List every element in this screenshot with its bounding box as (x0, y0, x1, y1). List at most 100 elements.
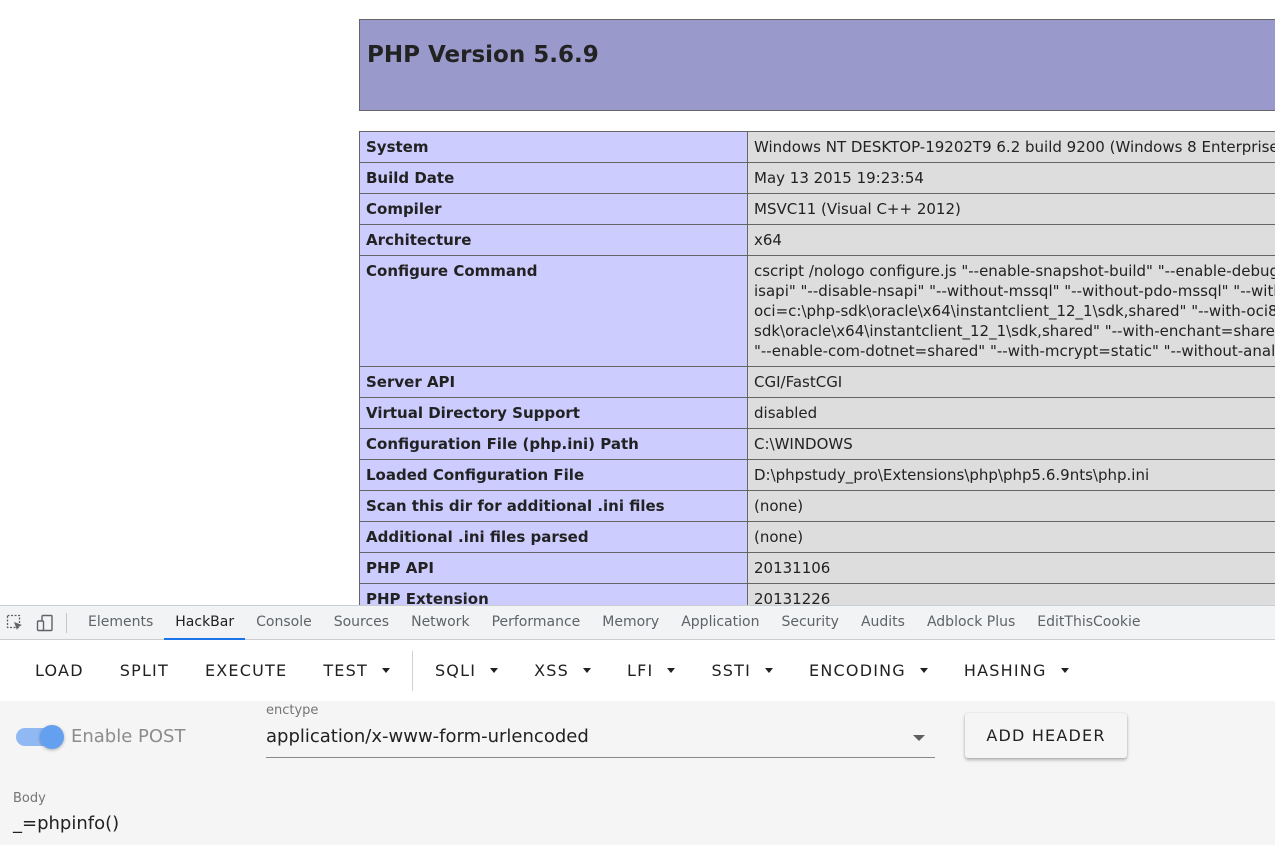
row-value-line: (none) (754, 528, 804, 546)
table-row: Architecture x64 (359, 224, 1275, 256)
table-row: Build Date May 13 2015 19:23:54 (359, 162, 1275, 194)
menu-label: LOAD (35, 660, 84, 680)
table-row: Compiler MSVC11 (Visual C++ 2012) (359, 193, 1275, 225)
xss-button[interactable]: XSS (516, 651, 609, 691)
dropdown-caret-icon (913, 735, 925, 741)
row-key: Virtual Directory Support (359, 397, 748, 429)
inspect-element-icon[interactable] (0, 606, 30, 639)
row-value-line: 20131226 (754, 590, 831, 605)
split-button[interactable]: SPLIT (102, 651, 187, 691)
tab-editthiscookie[interactable]: EditThisCookie (1026, 606, 1151, 639)
hackbar-menu: LOAD SPLIT EXECUTE TEST SQLI XSS LFI SSTI ENCODI… (0, 640, 1275, 701)
chevron-down-icon (765, 668, 774, 673)
hackbar-panel: LOAD SPLIT EXECUTE TEST SQLI XSS LFI SSTI ENCODI… (0, 640, 1275, 845)
tab-sources[interactable]: Sources (323, 606, 400, 639)
row-value: D:\phpstudy_pro\Extensions\php\php5.6.9n… (747, 459, 1275, 491)
tab-console[interactable]: Console (245, 606, 323, 639)
menu-label: SQLI (434, 660, 477, 680)
enable-post-toggle[interactable] (16, 725, 64, 749)
row-value-line: CGI/FastCGI (754, 373, 843, 391)
menu-label: SSTI (711, 660, 752, 680)
encoding-button[interactable]: ENCODING (791, 651, 946, 691)
table-row: Scan this dir for additional .ini files (… (359, 490, 1275, 522)
chevron-down-icon (667, 668, 676, 673)
toolbar-divider (66, 612, 67, 633)
menu-label: SPLIT (119, 660, 169, 680)
chevron-down-icon (381, 668, 390, 673)
row-value-line: C:\WINDOWS (754, 435, 853, 453)
tab-network[interactable]: Network (400, 606, 480, 639)
chevron-down-icon (919, 668, 928, 673)
menu-label: TEST (323, 660, 368, 680)
table-row: Virtual Directory Support disabled (359, 397, 1275, 429)
row-value: CGI/FastCGI (747, 366, 1275, 398)
tab-adblock-plus[interactable]: Adblock Plus (916, 606, 1026, 639)
row-value: x64 (747, 224, 1275, 256)
row-value-line: D:\phpstudy_pro\Extensions\php\php5.6.9n… (754, 466, 1150, 484)
tab-performance[interactable]: Performance (481, 606, 592, 639)
row-value: May 13 2015 19:23:54 (747, 162, 1275, 194)
table-row: Configure Command cscript /nologo configu… (359, 255, 1275, 367)
row-key: PHP Extension (359, 583, 748, 605)
hashing-button[interactable]: HASHING (946, 651, 1087, 691)
table-row: Loaded Configuration File D:\phpstudy_pro… (359, 459, 1275, 491)
row-value-line: May 13 2015 19:23:54 (754, 169, 924, 187)
chevron-down-icon (1060, 668, 1069, 673)
row-key: Configure Command (359, 255, 748, 367)
row-key: Scan this dir for additional .ini files (359, 490, 748, 522)
row-key: Configuration File (php.ini) Path (359, 428, 748, 460)
chevron-down-icon (490, 668, 499, 673)
row-value-line: 20131106 (754, 559, 831, 577)
row-value: MSVC11 (Visual C++ 2012) (747, 193, 1275, 225)
tab-security[interactable]: Security (770, 606, 850, 639)
chevron-down-icon (583, 668, 591, 673)
sqli-button[interactable]: SQLI (417, 651, 516, 691)
tab-audits[interactable]: Audits (850, 606, 916, 639)
row-value: 20131226 (747, 583, 1275, 605)
enable-post-label: Enable POST (71, 726, 186, 747)
ssti-button[interactable]: SSTI (693, 651, 791, 691)
row-key: PHP API (359, 552, 748, 584)
table-row: PHP API 20131106 (359, 552, 1275, 584)
menu-label: LFI (627, 660, 654, 680)
table-row: System Windows NT DESKTOP-19202T9 6.2 bui… (359, 131, 1275, 163)
row-value: disabled (747, 397, 1275, 429)
row-value-line: oci=c:\php-sdk\oracle\x64\instantclient_… (754, 302, 1275, 320)
row-value: (none) (747, 490, 1275, 522)
row-key: Build Date (359, 162, 748, 194)
row-value: Windows NT DESKTOP-19202T9 6.2 build 920… (747, 131, 1275, 163)
row-key: Compiler (359, 193, 748, 225)
enctype-select[interactable]: application/x-www-form-urlencoded (266, 720, 935, 758)
row-key: Additional .ini files parsed (359, 521, 748, 553)
table-row: PHP Extension 20131226 (359, 583, 1275, 605)
body-input[interactable]: _=phpinfo() (13, 813, 119, 834)
add-header-button[interactable]: ADD HEADER (965, 713, 1127, 758)
tab-memory[interactable]: Memory (591, 606, 670, 639)
row-value-line: disabled (754, 404, 818, 422)
row-key: Loaded Configuration File (359, 459, 748, 491)
tab-hackbar[interactable]: HackBar (164, 606, 245, 640)
menu-label: ENCODING (809, 660, 906, 680)
row-key: System (359, 131, 748, 163)
menu-label: XSS (534, 660, 569, 680)
menu-label: HASHING (963, 660, 1047, 680)
row-value-line: "--enable-com-dotnet=shared" "--with-mcr… (754, 342, 1275, 360)
tab-application[interactable]: Application (670, 606, 770, 639)
device-toolbar-icon[interactable] (30, 606, 60, 639)
table-row: Server API CGI/FastCGI (359, 366, 1275, 398)
row-value: cscript /nologo configure.js "--enable-s… (747, 255, 1275, 367)
menu-divider (411, 650, 413, 691)
devtools-tab-bar: Elements HackBar Console Sources Network Perf… (0, 605, 1275, 640)
row-key: Architecture (359, 224, 748, 256)
execute-button[interactable]: EXECUTE (187, 651, 305, 691)
row-value-line: Windows NT DESKTOP-19202T9 6.2 build 920… (754, 138, 1275, 156)
row-value-line: MSVC11 (Visual C++ 2012) (754, 200, 961, 218)
table-row: Additional .ini files parsed (none) (359, 521, 1275, 553)
load-button[interactable]: LOAD (17, 651, 102, 691)
row-value-line: isapi" "--disable-nsapi" "--without-mssq… (754, 282, 1275, 300)
row-value-line: sdk\oracle\x64\instantclient_12_1\sdk,sh… (754, 322, 1275, 340)
test-button[interactable]: TEST (305, 651, 408, 691)
lfi-button[interactable]: LFI (609, 651, 693, 691)
tab-elements[interactable]: Elements (77, 606, 164, 639)
phpinfo-page: PHP Version 5.6.9 System Windows NT DESKT… (0, 0, 1275, 605)
